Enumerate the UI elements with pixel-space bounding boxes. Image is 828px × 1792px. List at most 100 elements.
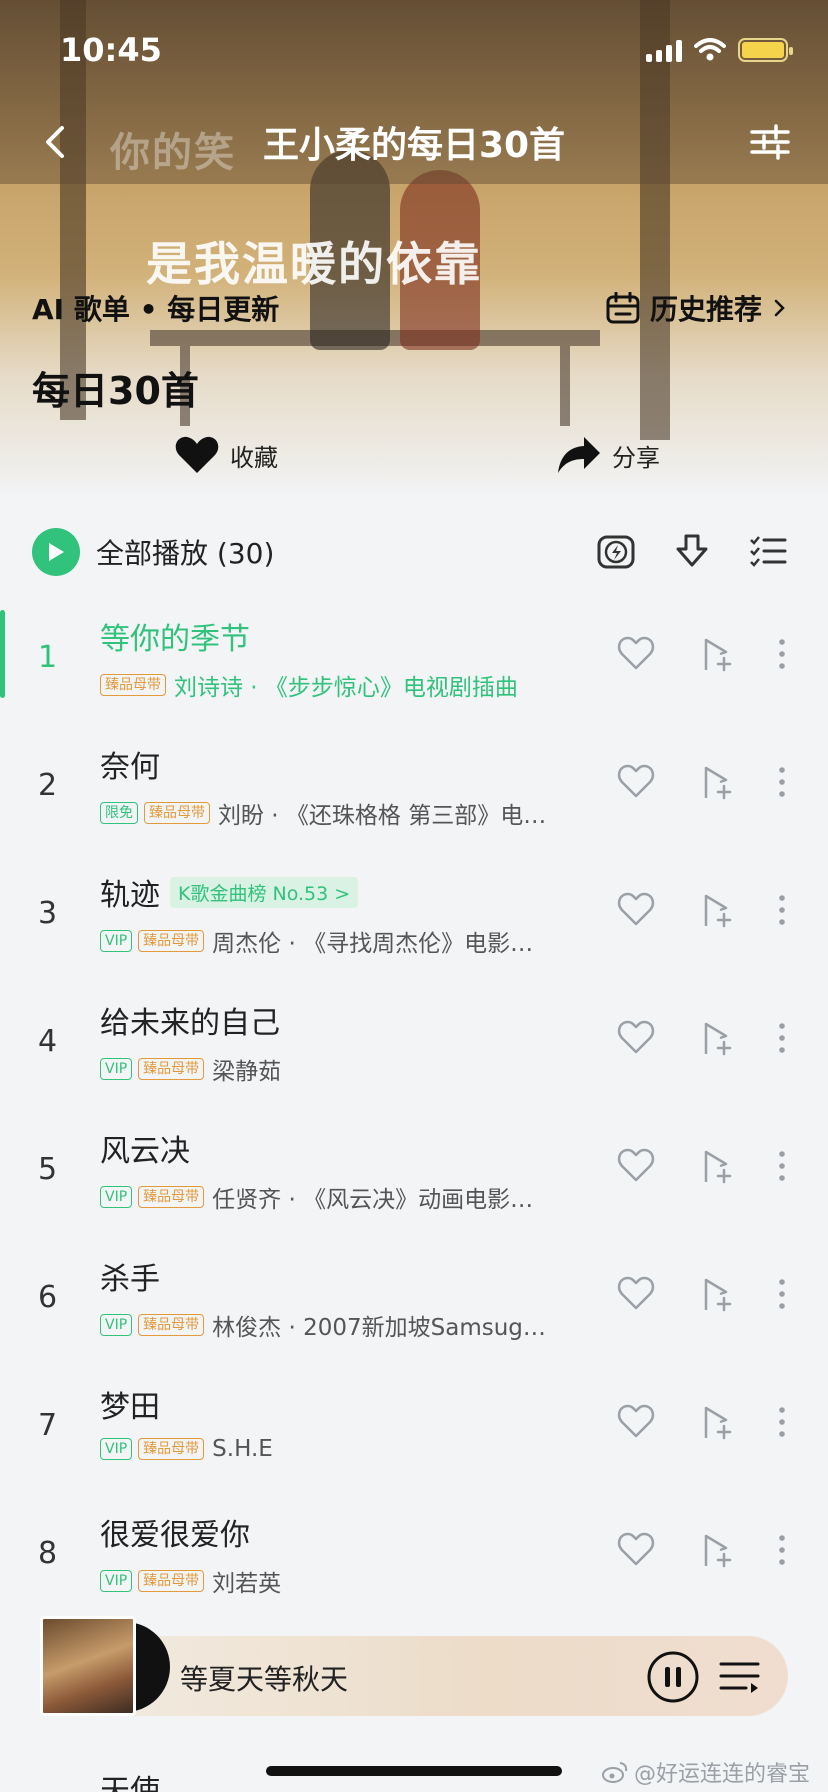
song-title: 很爱很爱你 bbox=[100, 1518, 250, 1553]
calendar-icon bbox=[606, 292, 640, 324]
add-to-playlist-icon[interactable] bbox=[696, 1018, 736, 1058]
watermark-text: @好运连连的睿宝 bbox=[633, 1762, 810, 1787]
add-to-playlist-icon[interactable] bbox=[696, 1274, 736, 1314]
song-number: 8 bbox=[38, 1536, 58, 1571]
playlist-meta-label: AI 歌单 • 每日更新 bbox=[32, 293, 280, 326]
vip-badge: VIP bbox=[100, 1570, 133, 1592]
share-arrow-icon bbox=[558, 437, 600, 473]
song-row[interactable]: 8 很爱很爱你 VIP 臻品母带 刘若英 bbox=[0, 1496, 828, 1624]
back-arrow-icon[interactable] bbox=[34, 118, 82, 166]
more-options-icon[interactable] bbox=[776, 1146, 788, 1186]
more-options-icon[interactable] bbox=[776, 634, 788, 674]
now-playing-disc[interactable] bbox=[36, 1616, 170, 1716]
heart-outline-icon[interactable] bbox=[616, 890, 656, 930]
history-recommend-link[interactable]: 历史推荐 bbox=[606, 288, 788, 328]
share-button[interactable]: 分享 bbox=[556, 435, 660, 475]
song-row[interactable]: 2 奈何 限免 臻品母带 刘盼 · 《还珠格格 第三部》电… bbox=[0, 728, 828, 856]
song-artist: 任贤齐 · 《风云决》动画电影… bbox=[212, 1187, 534, 1213]
add-to-playlist-icon[interactable] bbox=[696, 1146, 736, 1186]
add-to-playlist-icon[interactable] bbox=[696, 762, 736, 802]
next-song-peek[interactable]: 天使 bbox=[100, 1766, 160, 1792]
song-row[interactable]: 3 轨迹 K歌金曲榜 No.53 > VIP 臻品母带 周杰伦 · 《寻找周杰伦》电影… bbox=[0, 856, 828, 984]
album-cover bbox=[40, 1616, 136, 1716]
vip-badge: VIP bbox=[100, 1058, 133, 1080]
song-title: 等你的季节 bbox=[100, 622, 250, 657]
favorite-button[interactable]: 收藏 bbox=[174, 435, 278, 475]
battery-icon bbox=[738, 38, 793, 62]
status-time: 10:45 bbox=[60, 31, 162, 69]
weibo-logo-icon bbox=[601, 1762, 628, 1783]
song-list: 1 等你的季节 臻品母带 刘诗诗 · 《步步惊心》电视剧插曲 2 奈何 限免 臻品母… bbox=[0, 600, 828, 1624]
song-artist: 刘诗诗 · 《步步惊心》电视剧插曲 bbox=[174, 675, 518, 701]
heart-outline-icon[interactable] bbox=[616, 1018, 656, 1058]
song-title: 杀手 bbox=[100, 1262, 160, 1297]
adjust-settings-icon[interactable] bbox=[748, 120, 792, 164]
song-title: 风云决 bbox=[100, 1134, 190, 1169]
mini-player[interactable]: 等夏天等秋天 bbox=[40, 1616, 788, 1716]
home-indicator[interactable] bbox=[266, 1766, 562, 1776]
heart-outline-icon[interactable] bbox=[616, 1146, 656, 1186]
playlist-cover-header: 你的笑 是我温暖的依靠 bbox=[0, 0, 828, 500]
add-to-playlist-icon[interactable] bbox=[696, 1530, 736, 1570]
vip-badge: VIP bbox=[100, 1438, 133, 1460]
download-icon[interactable] bbox=[672, 532, 712, 572]
playlist-actions: 收藏 分享 bbox=[0, 435, 828, 485]
vip-badge: VIP bbox=[100, 1314, 133, 1336]
master-quality-badge: 臻品母带 bbox=[138, 930, 205, 952]
song-row[interactable]: 7 梦田 VIP 臻品母带 S.H.E bbox=[0, 1368, 828, 1496]
song-row[interactable]: 5 风云决 VIP 臻品母带 任贤齐 · 《风云决》动画电影… bbox=[0, 1112, 828, 1240]
more-options-icon[interactable] bbox=[776, 762, 788, 802]
master-quality-badge: 臻品母带 bbox=[138, 1570, 205, 1592]
now-playing-title[interactable]: 等夏天等秋天 bbox=[180, 1658, 348, 1698]
heart-filled-icon bbox=[175, 436, 219, 473]
multi-select-icon[interactable] bbox=[748, 532, 788, 572]
heart-outline-icon[interactable] bbox=[616, 634, 656, 674]
playlist-title: 每日30首 bbox=[32, 369, 199, 413]
song-row[interactable]: 1 等你的季节 臻品母带 刘诗诗 · 《步步惊心》电视剧插曲 bbox=[0, 600, 828, 728]
more-options-icon[interactable] bbox=[776, 890, 788, 930]
add-to-playlist-icon[interactable] bbox=[696, 634, 736, 674]
play-all-bar: 全部播放 (30) bbox=[32, 524, 788, 580]
heart-outline-icon[interactable] bbox=[616, 1402, 656, 1442]
share-label: 分享 bbox=[612, 443, 660, 472]
status-bar: 10:45 bbox=[60, 28, 793, 72]
more-options-icon[interactable] bbox=[776, 1018, 788, 1058]
song-row[interactable]: 4 给未来的自己 VIP 臻品母带 梁静茹 bbox=[0, 984, 828, 1112]
play-icon bbox=[49, 543, 64, 561]
add-to-playlist-icon[interactable] bbox=[696, 1402, 736, 1442]
song-artist: 周杰伦 · 《寻找周杰伦》电影… bbox=[212, 931, 534, 957]
play-all-count: (30) bbox=[216, 537, 275, 570]
song-artist: 刘若英 bbox=[212, 1571, 282, 1597]
vip-badge: VIP bbox=[100, 930, 133, 952]
page-title: 王小柔的每日30首 bbox=[262, 125, 566, 166]
master-quality-badge: 臻品母带 bbox=[138, 1186, 205, 1208]
song-number: 1 bbox=[38, 640, 58, 675]
song-number: 3 bbox=[38, 896, 58, 931]
chart-rank-badge[interactable]: K歌金曲榜 No.53 > bbox=[170, 876, 359, 908]
song-title: 奈何 bbox=[100, 750, 160, 785]
song-number: 4 bbox=[38, 1024, 58, 1059]
master-quality-badge: 臻品母带 bbox=[144, 802, 210, 824]
more-options-icon[interactable] bbox=[776, 1530, 788, 1570]
song-row[interactable]: 6 杀手 VIP 臻品母带 林俊杰 · 2007新加坡Samsug… bbox=[0, 1240, 828, 1368]
master-quality-badge: 臻品母带 bbox=[138, 1314, 205, 1336]
song-title: 给未来的自己 bbox=[100, 1006, 280, 1041]
add-to-playlist-icon[interactable] bbox=[696, 890, 736, 930]
song-number: 7 bbox=[38, 1408, 58, 1443]
limited-free-badge: 限免 bbox=[100, 802, 138, 824]
play-all-button[interactable] bbox=[32, 528, 80, 576]
heart-outline-icon[interactable] bbox=[616, 1274, 656, 1314]
heart-outline-icon[interactable] bbox=[616, 1530, 656, 1570]
song-artist: 梁静茹 bbox=[212, 1059, 282, 1085]
pause-icon[interactable] bbox=[646, 1650, 700, 1704]
heart-outline-icon[interactable] bbox=[616, 762, 656, 802]
watermark: @好运连连的睿宝 bbox=[601, 1756, 810, 1788]
more-options-icon[interactable] bbox=[776, 1274, 788, 1314]
master-quality-badge: 臻品母带 bbox=[138, 1058, 205, 1080]
quick-play-icon[interactable] bbox=[596, 532, 636, 572]
nav-bar: 王小柔的每日30首 bbox=[0, 110, 828, 174]
play-all-label[interactable]: 全部播放 (30) bbox=[96, 532, 274, 572]
more-options-icon[interactable] bbox=[776, 1402, 788, 1442]
song-title: 梦田 bbox=[100, 1390, 160, 1425]
playlist-queue-icon[interactable] bbox=[718, 1656, 762, 1700]
